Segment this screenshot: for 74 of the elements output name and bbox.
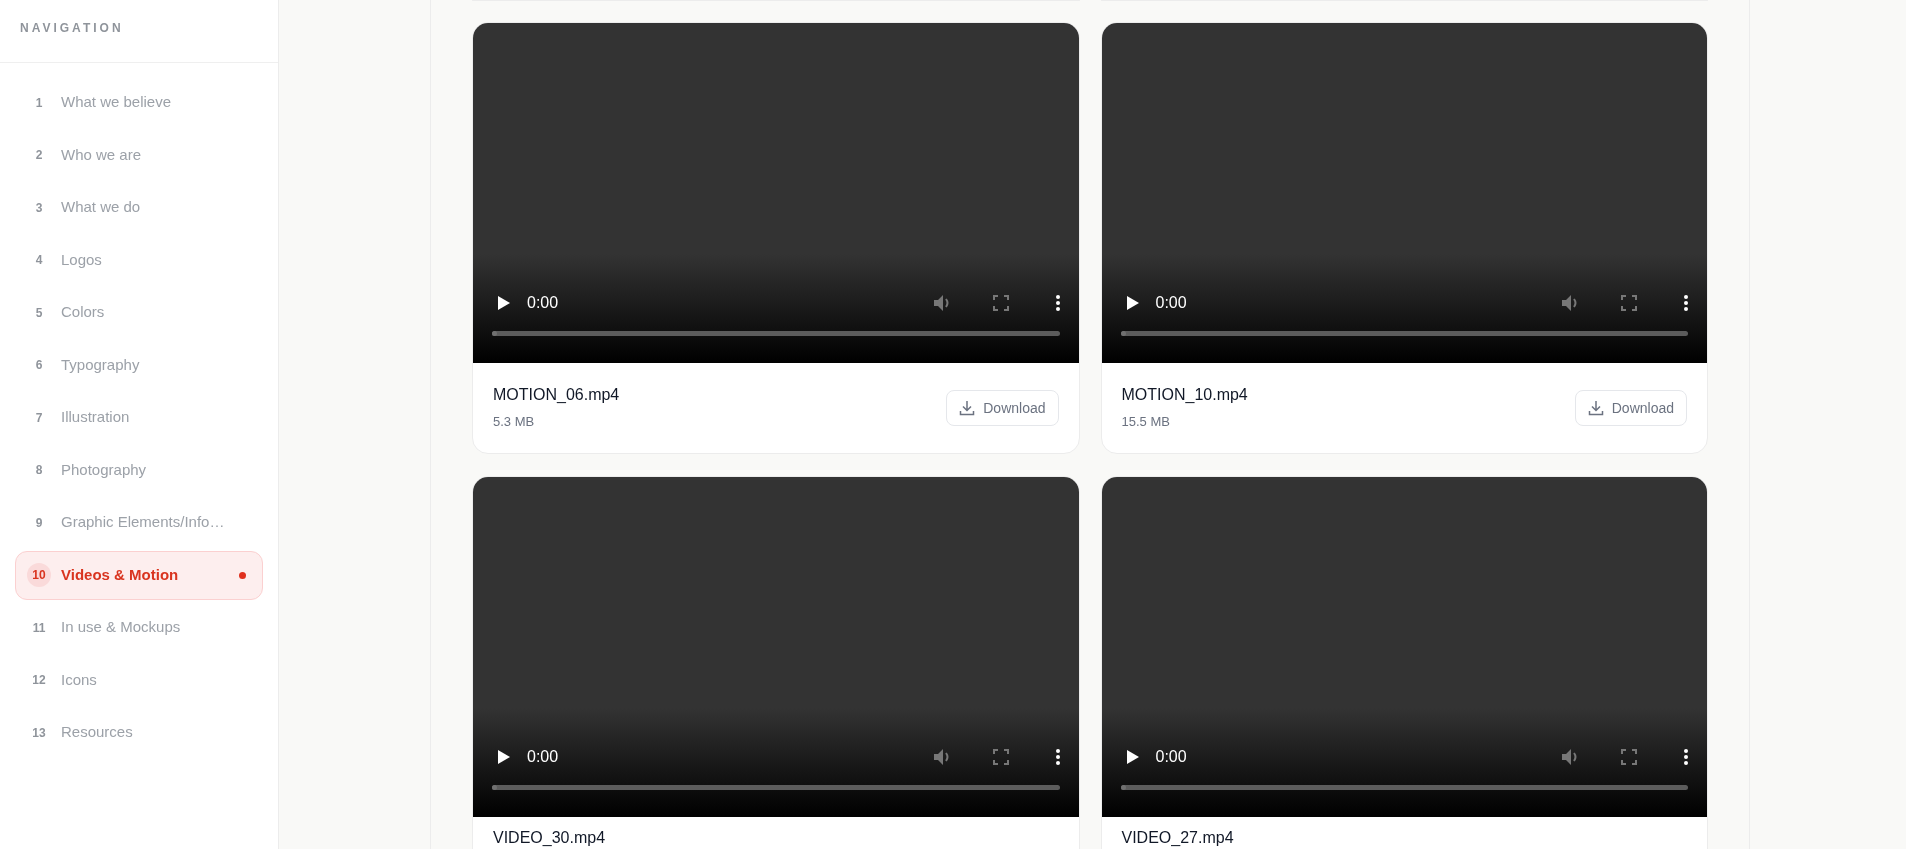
item-label: Icons xyxy=(61,669,98,690)
item-number: 6 xyxy=(34,357,44,374)
download-icon xyxy=(1587,400,1604,416)
item-number: 9 xyxy=(34,514,44,532)
time-label: 0:00 xyxy=(1155,293,1187,313)
progress-thumb[interactable] xyxy=(492,331,497,336)
item-label: Logos xyxy=(61,249,103,270)
nav-item[interactable]: 11 In use & Mockups xyxy=(15,603,263,652)
video-player[interactable]: 0:00 xyxy=(1101,23,1707,363)
item-number: 11 xyxy=(31,619,47,637)
fullscreen-icon[interactable] xyxy=(992,295,1009,311)
item-label: Photography xyxy=(61,459,148,480)
item-label: Illustration xyxy=(61,407,131,428)
item-label: Graphic Elements/Info… xyxy=(61,512,226,533)
nav-item[interactable]: 12 Icons xyxy=(15,655,263,705)
item-label: Videos & Motion xyxy=(61,564,180,585)
progress-thumb[interactable] xyxy=(492,785,497,790)
more-icon[interactable] xyxy=(1054,748,1061,766)
item-number: 5 xyxy=(34,304,44,322)
fullscreen-icon[interactable] xyxy=(1621,295,1637,311)
time-label: 0:00 xyxy=(527,293,559,313)
file-name: MOTION_10.mp4 xyxy=(1121,385,1248,406)
nav-item[interactable]: 3 What we do xyxy=(15,183,263,232)
file-size: 15.5 MB xyxy=(1121,413,1171,432)
download-icon xyxy=(959,400,976,416)
time-label: 0:00 xyxy=(527,747,559,767)
item-number: 13 xyxy=(31,724,47,742)
nav-item[interactable]: 7 Illustration xyxy=(15,393,263,442)
item-label: In use & Mockups xyxy=(61,617,182,638)
item-number: 4 xyxy=(34,252,44,269)
nav-item[interactable]: 5 Colors xyxy=(15,288,263,337)
item-label: Who we are xyxy=(61,144,143,165)
nav-item[interactable]: 2 Who we are xyxy=(15,130,263,180)
item-number: 3 xyxy=(34,199,44,217)
item-number: 12 xyxy=(31,672,47,689)
item-number: 8 xyxy=(34,462,44,479)
video-player[interactable]: 0:00 xyxy=(473,477,1079,817)
item-number: 10 xyxy=(27,563,51,587)
video-player[interactable]: 0:00 xyxy=(473,23,1079,363)
nav-item[interactable]: 6 Typography xyxy=(15,340,263,390)
nav-item[interactable]: 13 Resources xyxy=(15,708,263,757)
more-icon[interactable] xyxy=(1683,294,1689,312)
play-icon[interactable] xyxy=(1125,749,1140,765)
progress-thumb[interactable] xyxy=(1120,331,1126,336)
file-name: MOTION_06.mp4 xyxy=(493,385,620,406)
play-icon[interactable] xyxy=(1125,295,1140,311)
file-name: VIDEO_30.mp4 xyxy=(493,828,606,848)
time-label: 0:00 xyxy=(1155,747,1187,767)
progress-thumb[interactable] xyxy=(1120,785,1126,790)
item-number: 7 xyxy=(34,409,44,427)
nav-item[interactable]: 10 Videos & Motion xyxy=(15,550,263,600)
file-name: VIDEO_27.mp4 xyxy=(1121,828,1234,848)
play-icon[interactable] xyxy=(497,749,511,765)
more-icon[interactable] xyxy=(1054,294,1061,312)
item-number: 2 xyxy=(34,147,44,164)
more-icon[interactable] xyxy=(1683,748,1689,766)
item-label: Colors xyxy=(61,302,106,323)
download-button[interactable]: Download xyxy=(1574,390,1687,426)
item-label: What we believe xyxy=(61,92,173,113)
item-label: Resources xyxy=(61,722,134,743)
nav-item[interactable]: 9 Graphic Elements/Info… xyxy=(15,498,263,547)
file-size: 5.3 MB xyxy=(493,413,536,432)
nav-item[interactable]: 4 Logos xyxy=(15,235,263,285)
play-icon[interactable] xyxy=(497,295,511,311)
sidebar-heading: NAVIGATION xyxy=(20,20,124,37)
fullscreen-icon[interactable] xyxy=(1621,749,1637,765)
item-label: What we do xyxy=(61,197,142,218)
item-label: Typography xyxy=(61,354,141,375)
video-player[interactable]: 0:00 xyxy=(1101,477,1707,817)
nav-item[interactable]: 8 Photography xyxy=(15,445,263,495)
nav-item[interactable]: 1 What we believe xyxy=(15,78,263,127)
fullscreen-icon[interactable] xyxy=(992,749,1009,765)
item-number: 1 xyxy=(34,94,44,112)
download-button[interactable]: Download xyxy=(946,390,1059,426)
